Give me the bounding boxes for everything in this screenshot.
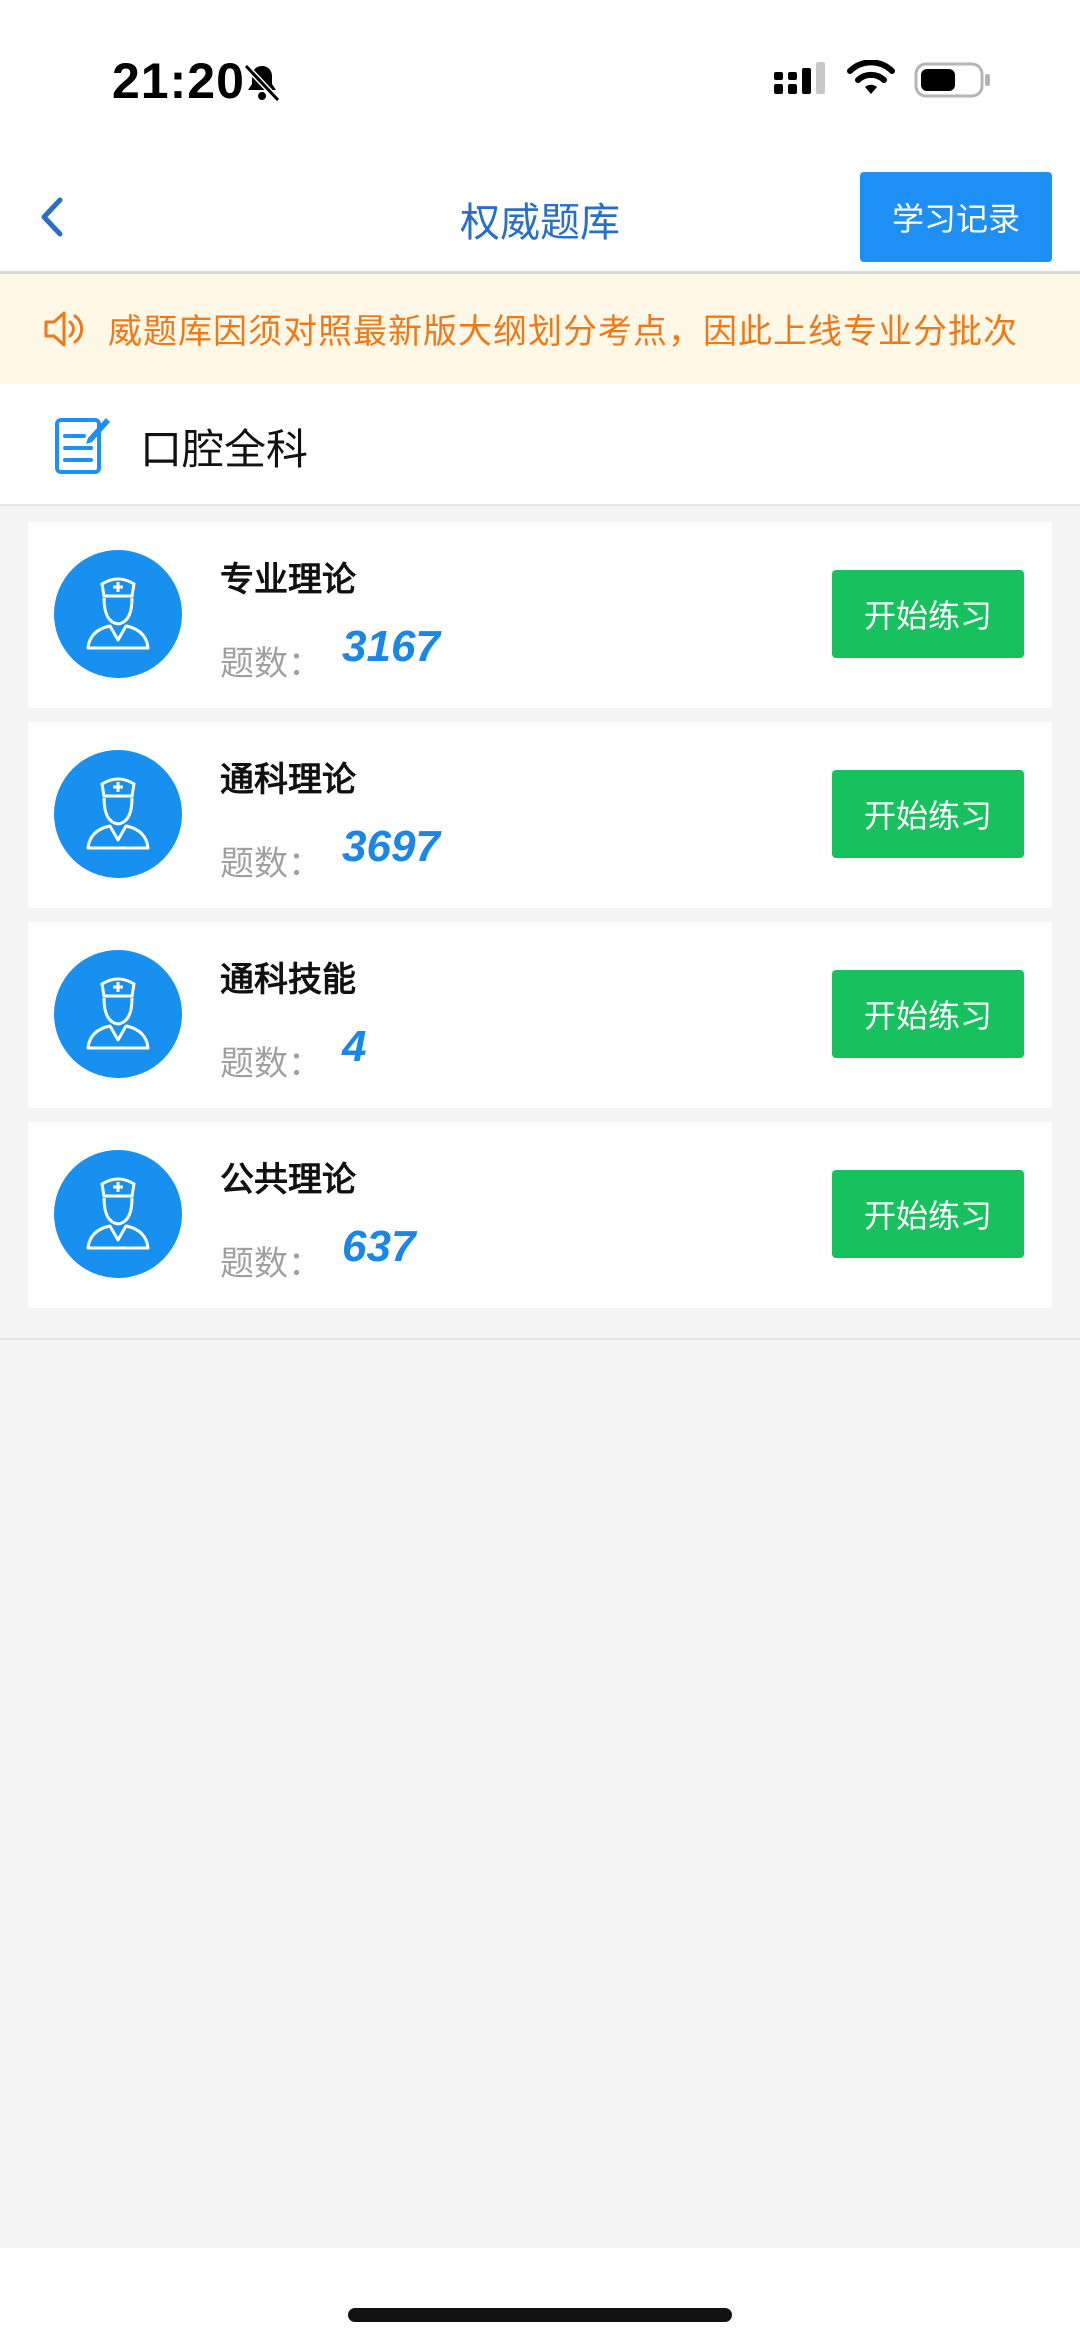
question-count: 4	[342, 1022, 367, 1071]
start-practice-button[interactable]: 开始练习	[832, 570, 1024, 658]
question-count: 3167	[342, 622, 440, 671]
question-count-label: 题数：	[220, 1044, 322, 1084]
notice-text: 威题库因须对照最新版大纲划分考点，因此上线专业分批次	[108, 312, 1018, 352]
study-record-button[interactable]: 学习记录	[860, 172, 1052, 262]
nurse-avatar-icon	[54, 750, 182, 878]
subject-list: 专业理论 题数： 3167 开始练习 通科理论 题数： 3697 开始练习 通科…	[0, 506, 1080, 1340]
nurse-avatar-icon	[54, 1150, 182, 1278]
nav-bar: 权威题库 学习记录	[0, 160, 1080, 274]
page: 21:20 权威题库 学习记录 威题库因须对照最新版大纲划分考点，因此上线专业分…	[0, 0, 1080, 2341]
notice-marquee: 威题库因须对照最新版大纲划分考点，因此上线专业分批次	[0, 274, 1080, 384]
question-count: 637	[342, 1222, 416, 1271]
signal-icon	[774, 62, 825, 94]
home-indicator[interactable]	[348, 2308, 732, 2322]
bottom-bar	[0, 2248, 1080, 2341]
category-title: 口腔全科	[140, 425, 309, 474]
category-header: 口腔全科	[0, 384, 1080, 506]
question-count-label: 题数：	[220, 644, 322, 684]
nurse-avatar-icon	[54, 950, 182, 1078]
subject-title: 公共理论	[220, 1160, 356, 1200]
edit-note-icon	[55, 418, 110, 474]
bell-off-icon	[243, 63, 281, 103]
start-practice-button[interactable]: 开始练习	[832, 1170, 1024, 1258]
speaker-icon	[44, 311, 84, 347]
subject-title: 通科技能	[220, 960, 356, 1000]
question-count-label: 题数：	[220, 1244, 322, 1284]
subject-card: 通科理论 题数： 3697 开始练习	[28, 722, 1052, 908]
wifi-icon	[847, 60, 895, 94]
subject-title: 专业理论	[220, 560, 356, 600]
question-count: 3697	[342, 822, 440, 871]
subject-title: 通科理论	[220, 760, 356, 800]
subject-card: 专业理论 题数： 3167 开始练习	[28, 522, 1052, 708]
status-time: 21:20	[112, 53, 245, 109]
nurse-avatar-icon	[54, 550, 182, 678]
battery-icon	[914, 62, 990, 98]
subject-card: 公共理论 题数： 637 开始练习	[28, 1122, 1052, 1308]
question-count-label: 题数：	[220, 844, 322, 884]
start-practice-button[interactable]: 开始练习	[832, 970, 1024, 1058]
subject-card: 通科技能 题数： 4 开始练习	[28, 922, 1052, 1108]
start-practice-button[interactable]: 开始练习	[832, 770, 1024, 858]
status-bar: 21:20	[0, 0, 1080, 160]
